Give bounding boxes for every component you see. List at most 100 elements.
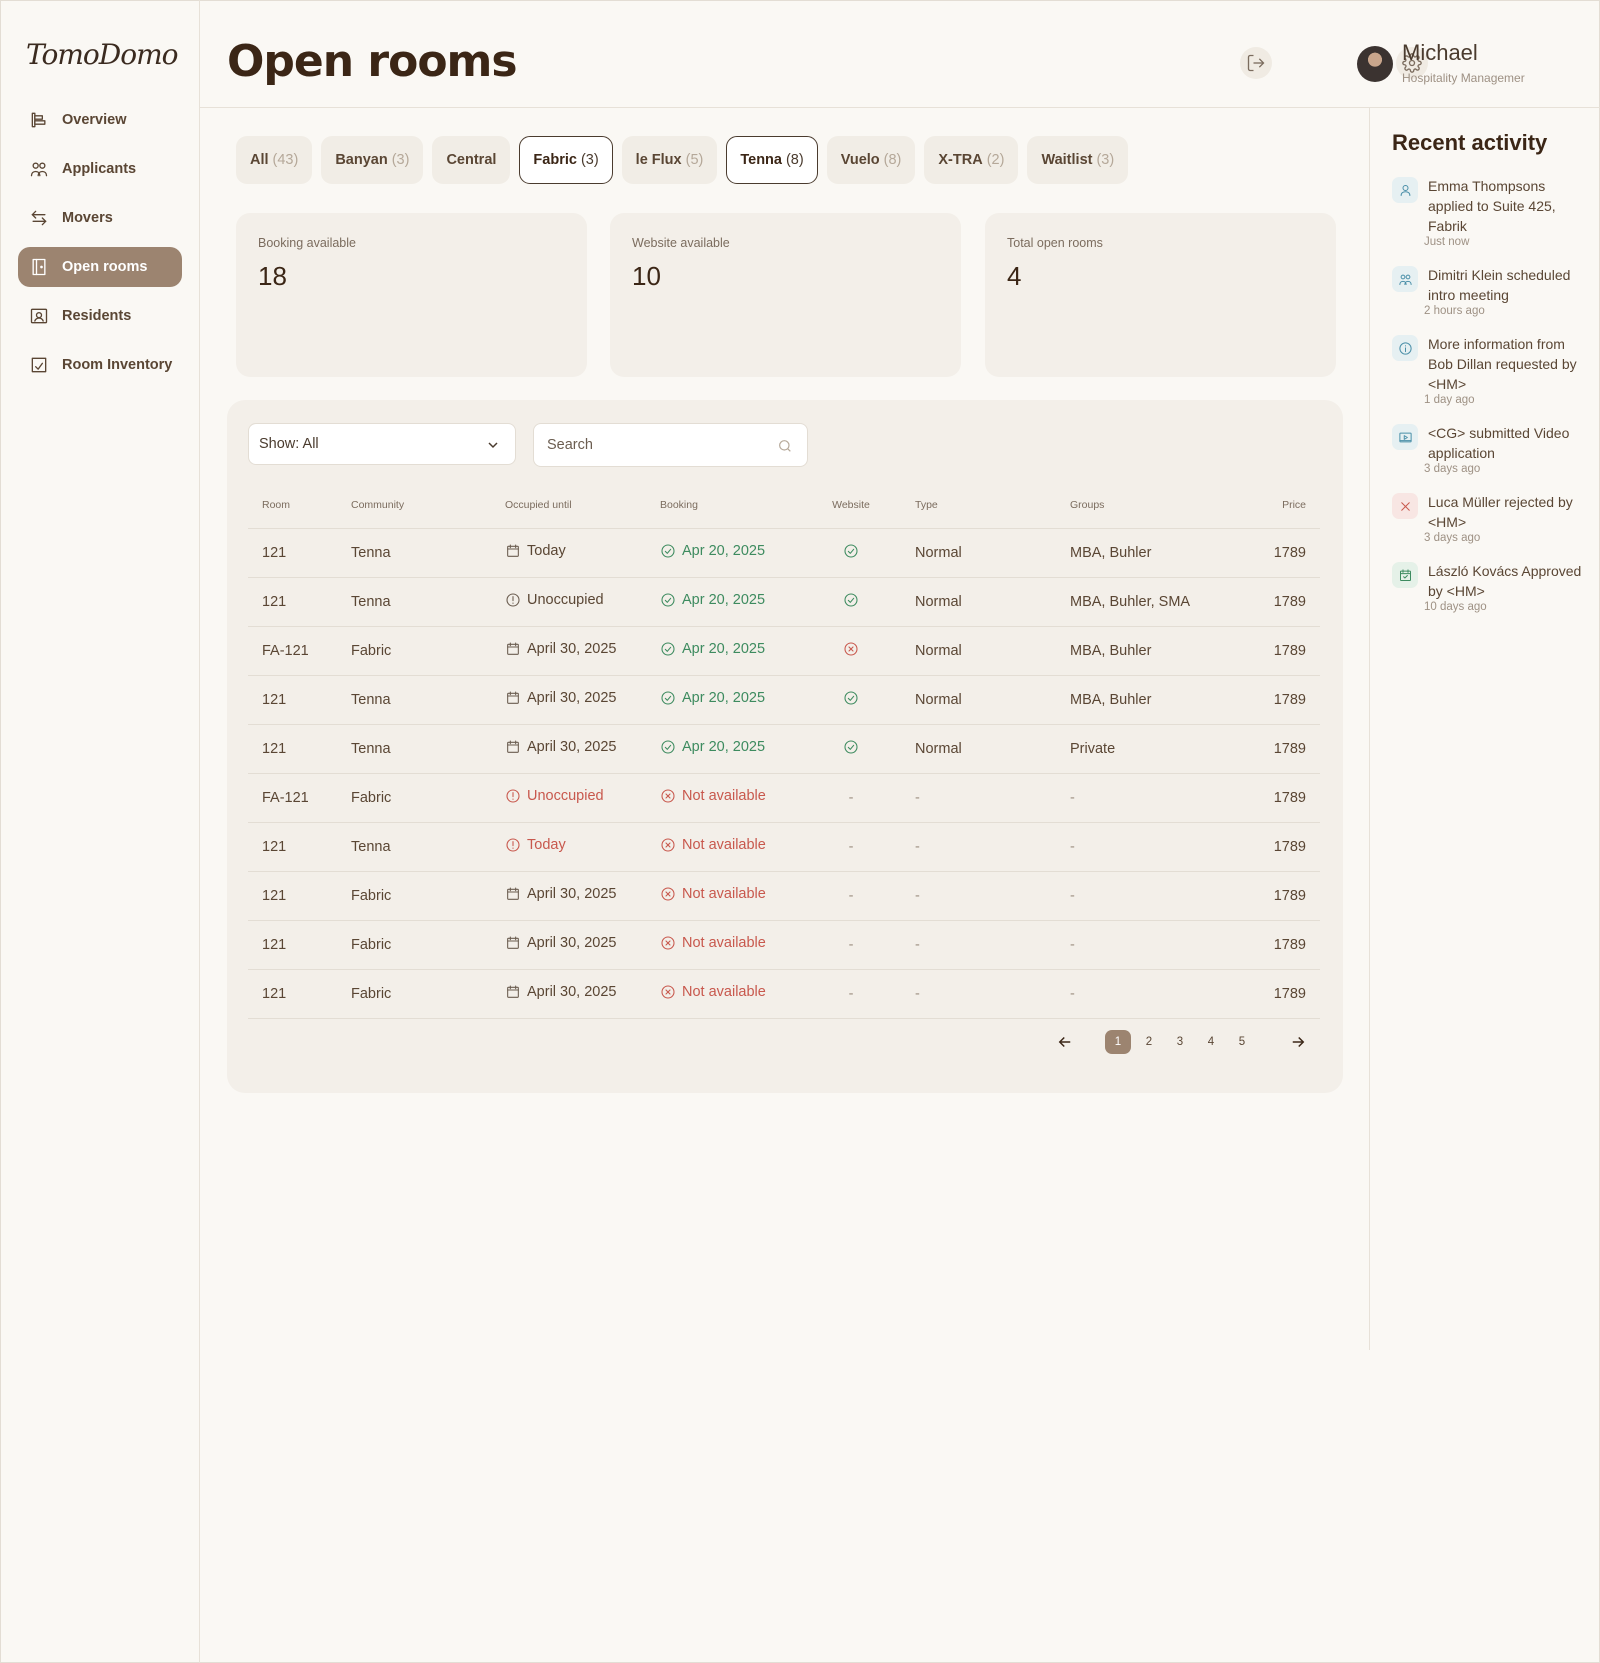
page-5-button[interactable]: 5 bbox=[1229, 1030, 1255, 1054]
tab-waitlist[interactable]: Waitlist (3) bbox=[1027, 136, 1129, 184]
search-input[interactable] bbox=[533, 423, 808, 467]
table-row[interactable]: 121 Tenna Unoccupied Apr 20, 2025 Normal MBA,… bbox=[248, 577, 1320, 627]
sidebar-item-room-inventory[interactable]: Room Inventory bbox=[18, 345, 182, 385]
activity-item[interactable]: <CG> submitted Video application 3 days a… bbox=[1392, 423, 1588, 475]
occupied-status: April 30, 2025 bbox=[505, 935, 616, 951]
tab-fabric[interactable]: Fabric (3) bbox=[519, 136, 613, 184]
tab-count: (43) bbox=[272, 152, 299, 168]
website-value: - bbox=[848, 789, 854, 806]
activity-item[interactable]: More information from Bob Dillan request… bbox=[1392, 334, 1588, 406]
check-circle-icon bbox=[660, 543, 676, 559]
avatar[interactable] bbox=[1357, 46, 1393, 82]
tab-count: (2) bbox=[986, 152, 1005, 168]
stat-label: Total open rooms bbox=[1007, 236, 1103, 250]
tab-label: Tenna bbox=[740, 152, 782, 168]
column-header[interactable]: Community bbox=[337, 482, 491, 529]
door-icon bbox=[28, 256, 50, 278]
activity-item[interactable]: László Kovács Approved by <HM> 10 days ag… bbox=[1392, 561, 1588, 613]
occupied-cell: Today bbox=[491, 528, 646, 578]
column-header[interactable]: Room bbox=[248, 482, 337, 529]
column-header[interactable]: Price bbox=[1232, 482, 1320, 529]
table-row[interactable]: FA-121 Fabric April 30, 2025 Apr 20, 2025 No… bbox=[248, 626, 1320, 676]
page-3-button[interactable]: 3 bbox=[1167, 1030, 1193, 1054]
calendar-icon bbox=[505, 984, 521, 1000]
prev-page-button[interactable] bbox=[1050, 1030, 1080, 1054]
booking-status: Apr 20, 2025 bbox=[660, 641, 765, 657]
booking-text: Apr 20, 2025 bbox=[682, 689, 766, 706]
tab-tenna[interactable]: Tenna (8) bbox=[726, 136, 818, 184]
room-cell: FA-121 bbox=[248, 773, 337, 823]
page-4-button[interactable]: 4 bbox=[1198, 1030, 1224, 1054]
table-row[interactable]: 121 Tenna April 30, 2025 Apr 20, 2025 Normal… bbox=[248, 675, 1320, 725]
sidebar-item-residents[interactable]: Residents bbox=[18, 296, 182, 336]
price-cell: 1789 bbox=[1232, 871, 1320, 921]
tab-label: X-TRA bbox=[938, 152, 983, 168]
booking-cell: Not available bbox=[646, 969, 801, 1019]
tab-vuelo[interactable]: Vuelo (8) bbox=[826, 136, 916, 184]
next-page-button[interactable] bbox=[1283, 1030, 1313, 1054]
page-1-button[interactable]: 1 bbox=[1105, 1030, 1131, 1054]
activity-item[interactable]: Emma Thompsons applied to Suite 425, Fab… bbox=[1392, 176, 1588, 248]
sidebar-item-movers[interactable]: Movers bbox=[18, 198, 182, 238]
website-value: - bbox=[848, 936, 854, 953]
activity-text: Luca Müller rejected by <HM> bbox=[1428, 494, 1573, 530]
x-circle-icon bbox=[660, 788, 676, 804]
column-header[interactable]: Groups bbox=[1056, 482, 1232, 529]
sidebar-item-overview[interactable]: Overview bbox=[18, 100, 182, 140]
table-row[interactable]: 121 Tenna Today Apr 20, 2025 Normal MBA, Buhl… bbox=[248, 528, 1320, 578]
occupied-text: April 30, 2025 bbox=[527, 934, 617, 951]
column-header[interactable]: Website bbox=[801, 482, 901, 529]
tab-all[interactable]: All (43) bbox=[236, 136, 313, 184]
table-row[interactable]: 121 Tenna Today Not available - - -1789 bbox=[248, 822, 1320, 872]
community-cell: Fabric bbox=[337, 773, 491, 823]
column-header[interactable]: Type bbox=[901, 482, 1056, 529]
tab-banyan[interactable]: Banyan (3) bbox=[321, 136, 424, 184]
booking-status: Apr 20, 2025 bbox=[660, 739, 765, 755]
search-icon bbox=[779, 440, 791, 452]
activity-time: 10 days ago bbox=[1424, 601, 1487, 613]
sidebar-item-applicants[interactable]: Applicants bbox=[18, 149, 182, 189]
table-row[interactable]: 121 Fabric April 30, 2025 Not available - - -1… bbox=[248, 920, 1320, 970]
price-cell: 1789 bbox=[1232, 822, 1320, 872]
table-row[interactable]: 121 Tenna April 30, 2025 Apr 20, 2025 Normal… bbox=[248, 724, 1320, 774]
table-row[interactable]: 121 Fabric April 30, 2025 Not available - - -1… bbox=[248, 969, 1320, 1019]
activity-item[interactable]: Dimitri Klein scheduled intro meeting 2 h… bbox=[1392, 265, 1588, 317]
tab-le-flux[interactable]: le Flux (5) bbox=[621, 136, 718, 184]
table-row[interactable]: 121 Fabric April 30, 2025 Not available - - -1… bbox=[248, 871, 1320, 921]
tab-central[interactable]: Central bbox=[432, 136, 511, 184]
tab-label: Banyan bbox=[335, 152, 388, 168]
table-row[interactable]: FA-121 Fabric Unoccupied Not available - - -17… bbox=[248, 773, 1320, 823]
x-circle-icon bbox=[660, 886, 676, 902]
app-logo[interactable]: TomoDomo bbox=[26, 38, 178, 71]
check-circle-icon bbox=[843, 543, 859, 559]
booking-text: Apr 20, 2025 bbox=[682, 738, 766, 755]
table-header-row: Room Community Occupied until Booking Websit… bbox=[248, 482, 1320, 529]
show-filter-select[interactable]: Show: All bbox=[248, 423, 516, 465]
table-body: 121 Tenna Today Apr 20, 2025 Normal MBA, Buhl… bbox=[248, 528, 1320, 1019]
logout-button[interactable] bbox=[1240, 47, 1272, 79]
column-header[interactable]: Booking bbox=[646, 482, 801, 529]
activity-text: More information from Bob Dillan request… bbox=[1428, 336, 1577, 392]
activity-text: Dimitri Klein scheduled intro meeting bbox=[1428, 267, 1571, 303]
room-cell: 121 bbox=[248, 675, 337, 725]
page-numbers: 12345 bbox=[1100, 1030, 1255, 1054]
community-cell: Fabric bbox=[337, 969, 491, 1019]
user-icon bbox=[1392, 177, 1418, 203]
stat-card: Booking available 18 bbox=[236, 213, 587, 377]
occupied-cell: April 30, 2025 bbox=[491, 969, 646, 1019]
tab-label: le Flux bbox=[635, 152, 682, 168]
occupied-status: April 30, 2025 bbox=[505, 641, 616, 657]
groups-cell: MBA, Buhler, SMA bbox=[1056, 577, 1232, 627]
activity-item[interactable]: Luca Müller rejected by <HM> 3 days ago bbox=[1392, 492, 1588, 544]
sidebar-item-open-rooms[interactable]: Open rooms bbox=[18, 247, 182, 287]
stat-value: 10 bbox=[632, 261, 661, 291]
tab-count: (3) bbox=[391, 152, 410, 168]
show-filter-value: Show: All bbox=[259, 436, 319, 452]
column-header[interactable]: Occupied until bbox=[491, 482, 646, 529]
website-cell bbox=[801, 528, 901, 578]
page-2-button[interactable]: 2 bbox=[1136, 1030, 1162, 1054]
tab-x-tra[interactable]: X-TRA (2) bbox=[924, 136, 1019, 184]
booking-status: Not available bbox=[660, 886, 766, 902]
sidebar-nav: Overview Applicants Movers Open rooms Reside… bbox=[18, 100, 182, 394]
community-cell: Fabric bbox=[337, 920, 491, 970]
